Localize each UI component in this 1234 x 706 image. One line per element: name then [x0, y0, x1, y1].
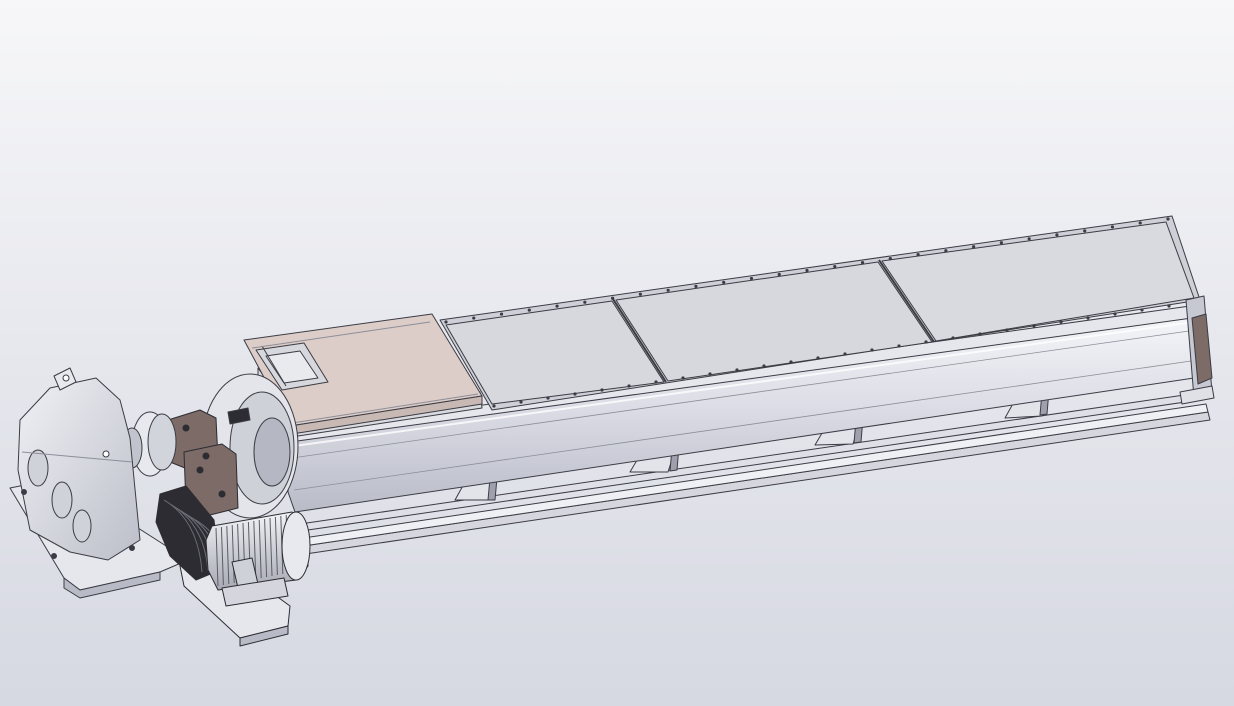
bearing-bolt [196, 466, 204, 474]
cover-bolt [833, 264, 837, 269]
cover-bolt [638, 292, 642, 296]
cover-bolt [681, 376, 685, 380]
cover-bolt [492, 404, 496, 408]
reducer-shaft-cap [51, 481, 73, 519]
bearing-bolt [182, 424, 190, 432]
cover-bolt [870, 348, 874, 352]
reducer-shaft-cap [27, 449, 49, 487]
cover-bolt [555, 304, 559, 308]
coupling-disc [147, 413, 177, 471]
cover-bolt [1032, 324, 1036, 328]
cover-bolt [1167, 304, 1171, 308]
cover-bolt [789, 360, 793, 364]
cover-bolt [888, 257, 892, 261]
cad-viewport[interactable] [0, 0, 1234, 706]
foot-bolt [21, 489, 27, 495]
bearing-bolt [202, 452, 210, 460]
cover-bolt [777, 272, 781, 277]
cover-bolt [654, 380, 658, 384]
cover-bolt [924, 340, 928, 344]
bearing-bolt [218, 490, 226, 498]
reducer-shaft-cap [72, 509, 92, 543]
cover-bolt [735, 368, 739, 372]
cover-bolt [762, 364, 766, 368]
cover-bolt [972, 245, 976, 249]
cover-bolt [611, 296, 615, 300]
cover-bolt [708, 372, 712, 376]
cover-bolt [546, 396, 550, 400]
cover-bolt [600, 388, 604, 392]
cover-bolt [472, 316, 476, 320]
cover-bolt [499, 312, 504, 316]
motor-fan-cover [281, 511, 311, 581]
cover-bolt [666, 288, 670, 292]
cover-bolt [843, 352, 847, 356]
cover-bolt [573, 392, 577, 396]
cover-bolt [816, 356, 820, 360]
cover-bolt [978, 332, 982, 336]
cover-bolt [583, 300, 587, 304]
cover-bolt [805, 268, 809, 273]
cover-bolt [722, 280, 726, 284]
cover-bolt [627, 384, 631, 388]
cover-bolt [897, 344, 901, 348]
cover-bolt [944, 249, 948, 253]
cover-bolt [1140, 308, 1144, 312]
cover-bolt [519, 400, 523, 404]
cover-bolt [1005, 328, 1009, 332]
cover-bolt [951, 336, 955, 340]
foot-bolt [129, 545, 135, 551]
end-flange-hub [253, 417, 291, 487]
lifting-eye [62, 374, 70, 382]
cover-bolt [860, 260, 865, 265]
cover-bolt [527, 308, 531, 312]
screw-conveyor-assembly [0, 0, 1234, 706]
cover-bolt [1083, 229, 1087, 233]
cover-bolt [1110, 225, 1115, 229]
cover-bolt [1055, 233, 1059, 237]
cover-bolt [1113, 312, 1117, 316]
cover-bolt [1138, 221, 1142, 225]
cover-bolt [444, 320, 448, 324]
cover-bolt [1027, 237, 1031, 241]
cover-bolt [1059, 320, 1063, 324]
cover-bolt [694, 284, 698, 288]
cover-bolt [749, 276, 754, 281]
reducer-vent [102, 450, 110, 458]
cover-bolt [999, 241, 1003, 245]
cover-bolt [1086, 316, 1090, 320]
cover-bolt [916, 253, 920, 257]
foot-bolt [51, 553, 57, 559]
cover-bolt [1166, 217, 1170, 221]
